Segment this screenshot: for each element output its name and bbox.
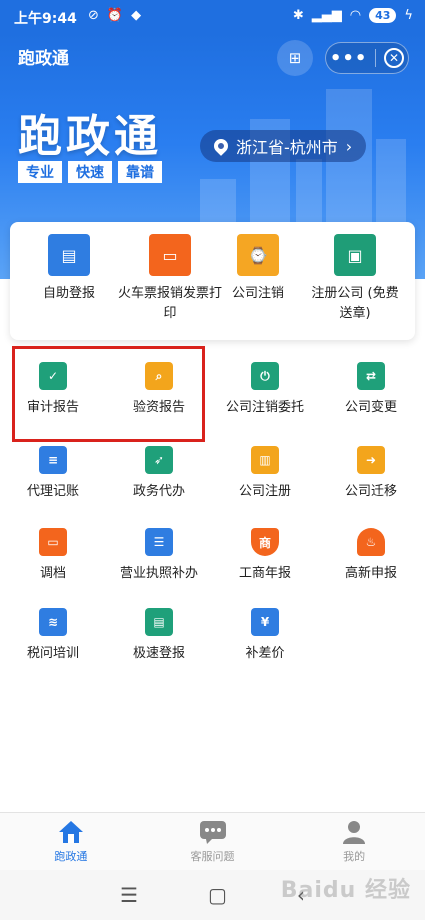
- service-label: 政务代办: [132, 484, 185, 499]
- service-label: 公司变更: [344, 400, 397, 415]
- service-label: 注册公司 (免费送章): [311, 286, 399, 321]
- close-circle-icon[interactable]: ✕: [384, 48, 405, 68]
- chat-icon: [199, 821, 226, 844]
- train-icon: ▭: [149, 234, 191, 276]
- banner-slogan: 跑政通: [18, 111, 162, 162]
- briefcase-power-icon: ⏻: [251, 362, 279, 390]
- service-label: 自助登报: [42, 286, 95, 301]
- nav-label: 我的: [343, 850, 366, 863]
- ledger-icon: ≡: [39, 446, 67, 474]
- id-card-icon: ▭: [39, 528, 67, 556]
- alarm-off-icon: ⊘: [88, 8, 99, 23]
- yen-add-icon: ¥: [251, 608, 279, 636]
- service-audit-report[interactable]: ✓ 审计报告: [0, 362, 106, 418]
- bluetooth-icon: ✱: [292, 8, 304, 23]
- banner-tag: 专业: [18, 161, 62, 183]
- service-label: 公司迁移: [344, 484, 397, 499]
- status-system-icons: ✱ ▂▄▆ ◠ 43 ϟ: [293, 8, 413, 23]
- service-self-newspaper[interactable]: ▤ 自助登报: [16, 234, 122, 304]
- service-label: 工商年报: [238, 566, 291, 581]
- service-price-difference[interactable]: ¥ 补差价: [212, 608, 318, 664]
- nav-mine[interactable]: 我的: [283, 813, 425, 870]
- location-selector[interactable]: 浙江省-杭州市 ›: [200, 130, 367, 162]
- nav-support[interactable]: 客服问题: [142, 813, 284, 870]
- runner-icon: ➶: [145, 446, 173, 474]
- service-label: 高新申报: [344, 566, 397, 581]
- clipboard-check-icon: ✓: [39, 362, 67, 390]
- briefcase-clock-icon: ⌚: [237, 234, 279, 276]
- status-time: 上午9:44: [14, 11, 77, 27]
- location-pin-icon: [211, 136, 231, 156]
- home-icon: [58, 821, 83, 843]
- layers-icon: ≋: [39, 608, 67, 636]
- charging-icon: ϟ: [404, 8, 413, 23]
- app-title: 跑政通: [18, 49, 69, 69]
- banner-tags: 专业 快速 靠谱: [18, 161, 162, 183]
- top-actions: ⊞ ••• ✕: [277, 40, 409, 76]
- more-dots-icon[interactable]: •••: [330, 48, 368, 69]
- status-notification-icons: ⊘ ⏰ ◆: [88, 8, 141, 23]
- service-high-tech-application[interactable]: ♨ 高新申报: [318, 528, 424, 584]
- service-label: 补差价: [245, 646, 285, 661]
- bottom-nav: 跑政通 客服问题 我的: [0, 812, 425, 870]
- scan-icon[interactable]: ⊞: [277, 40, 313, 76]
- service-company-change[interactable]: ⇄ 公司变更: [318, 362, 424, 418]
- service-company-registration[interactable]: ▥ 公司注册: [212, 446, 318, 502]
- service-label: 公司注销: [231, 286, 284, 301]
- miniprogram-capsule: ••• ✕: [325, 42, 409, 74]
- document-search-icon: ⌕: [145, 362, 173, 390]
- service-file-transfer[interactable]: ▭ 调档: [0, 528, 106, 584]
- nav-label: 跑政通: [54, 850, 88, 863]
- service-company-register-free-seal[interactable]: ▣ 注册公司 (免费送章): [302, 234, 408, 324]
- service-label: 税问培训: [26, 646, 79, 661]
- briefcase-move-icon: ➜: [357, 446, 385, 474]
- nav-home[interactable]: 跑政通: [0, 813, 142, 870]
- banner-tag: 快速: [68, 161, 112, 183]
- wifi-icon: ◠: [349, 8, 362, 23]
- service-label: 公司注册: [238, 484, 291, 499]
- banner-tag: 靠谱: [118, 161, 162, 183]
- status-bar: 上午9:44 ⊘ ⏰ ◆ ✱ ▂▄▆ ◠ 43 ϟ: [0, 0, 425, 34]
- transfer-doc-icon: ⇄: [357, 362, 385, 390]
- service-label: 公司注销委托: [225, 400, 304, 415]
- service-label: 审计报告: [26, 400, 79, 415]
- service-annual-report[interactable]: 商 工商年报: [212, 528, 318, 584]
- shield-badge-icon: 商: [251, 528, 279, 556]
- user-icon: [343, 821, 366, 844]
- capsule-divider: [375, 49, 377, 67]
- app-notification-icon: ◆: [131, 8, 142, 23]
- newspaper-icon: ▤: [48, 234, 90, 276]
- certificate-icon: ☰: [145, 528, 173, 556]
- service-company-relocation[interactable]: ➜ 公司迁移: [318, 446, 424, 502]
- service-label: 极速登报: [132, 646, 185, 661]
- service-capital-verification[interactable]: ⌕ 验资报告: [106, 362, 212, 418]
- service-express-newspaper[interactable]: ▤ 极速登报: [106, 608, 212, 664]
- nav-label: 客服问题: [190, 850, 235, 863]
- service-company-cancel[interactable]: ⌚ 公司注销: [205, 234, 311, 304]
- building-icon: ▥: [251, 446, 279, 474]
- menu-icon[interactable]: ☰: [120, 883, 138, 907]
- chevron-right-icon: ›: [345, 136, 353, 156]
- service-cancel-entrust[interactable]: ⏻ 公司注销委托: [212, 362, 318, 418]
- service-government-agency[interactable]: ➶ 政务代办: [106, 446, 212, 502]
- location-label: 浙江省-杭州市: [236, 138, 338, 157]
- briefcase-icon: ▣: [334, 234, 376, 276]
- form-icon: ▤: [145, 608, 173, 636]
- service-label: 验资报告: [132, 400, 185, 415]
- service-label: 营业执照补办: [119, 566, 198, 581]
- service-license-reissue[interactable]: ☰ 营业执照补办: [106, 528, 212, 584]
- service-tax-training[interactable]: ≋ 税问培训: [0, 608, 106, 664]
- battery-indicator: 43: [369, 8, 397, 23]
- service-bookkeeping[interactable]: ≡ 代理记账: [0, 446, 106, 502]
- signal-icon: ▂▄▆: [311, 8, 342, 23]
- service-label: 调档: [39, 566, 66, 581]
- alarm-clock-icon: ⏰: [106, 8, 124, 23]
- service-label: 代理记账: [26, 484, 79, 499]
- home-square-icon[interactable]: ▢: [208, 883, 227, 907]
- flame-icon: ♨: [357, 528, 385, 556]
- watermark: Baidu 经验: [280, 878, 411, 903]
